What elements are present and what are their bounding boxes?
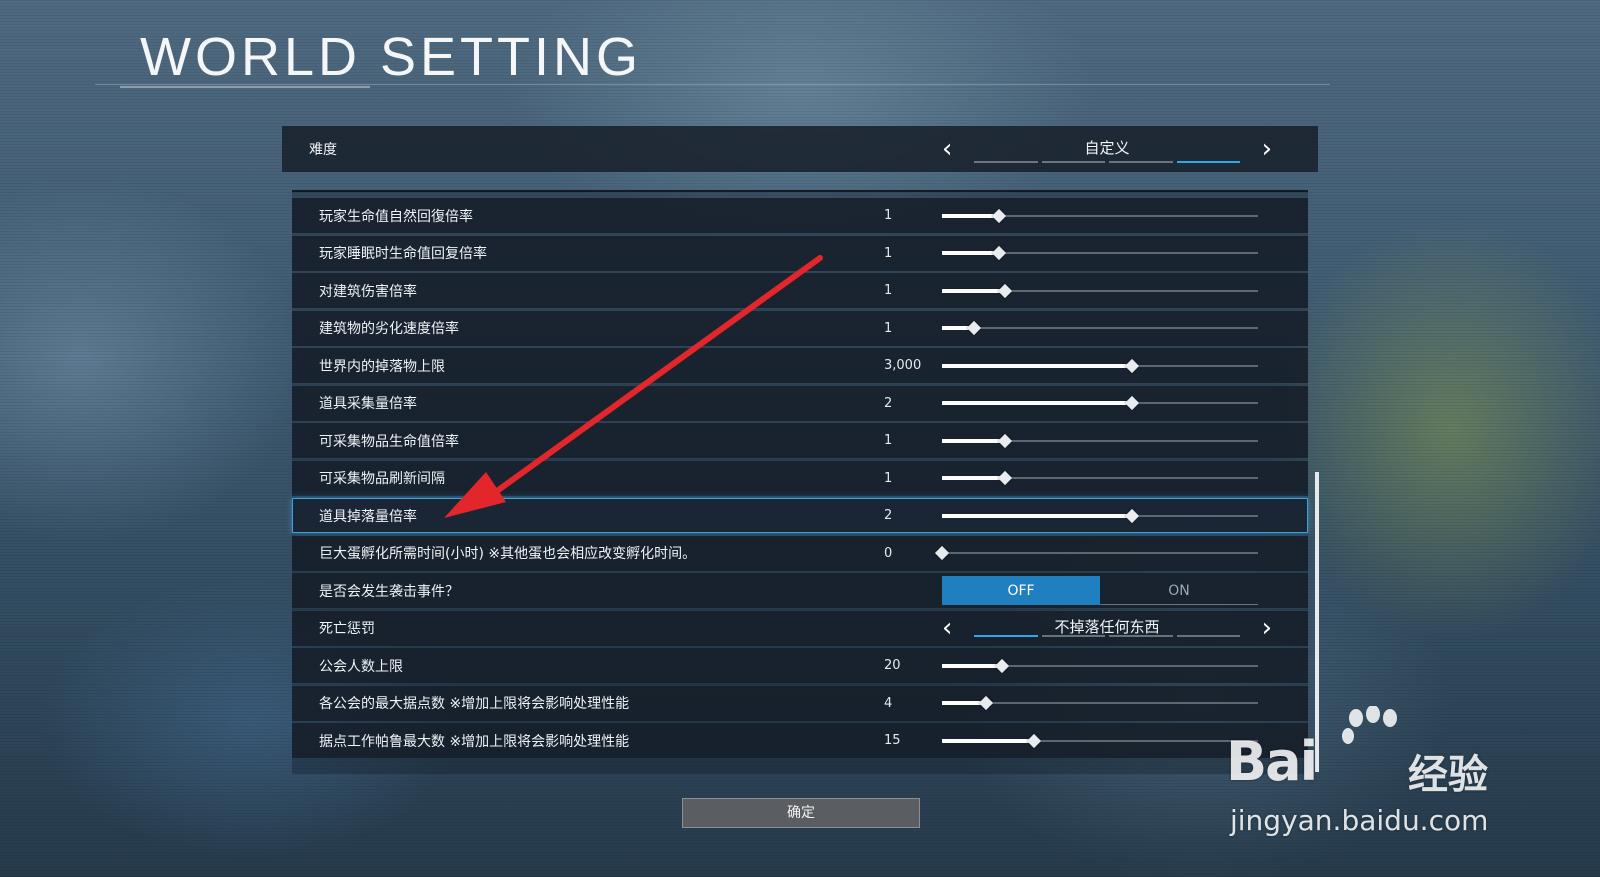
baidu-watermark: Bai 经验 jingyan.baidu.com — [1226, 706, 1526, 846]
watermark-url: jingyan.baidu.com — [1230, 804, 1489, 837]
watermark-brand-cn: 经验 — [1408, 752, 1488, 798]
watermark-brand: Bai — [1226, 730, 1318, 793]
paw-logo-icon — [1342, 706, 1397, 744]
